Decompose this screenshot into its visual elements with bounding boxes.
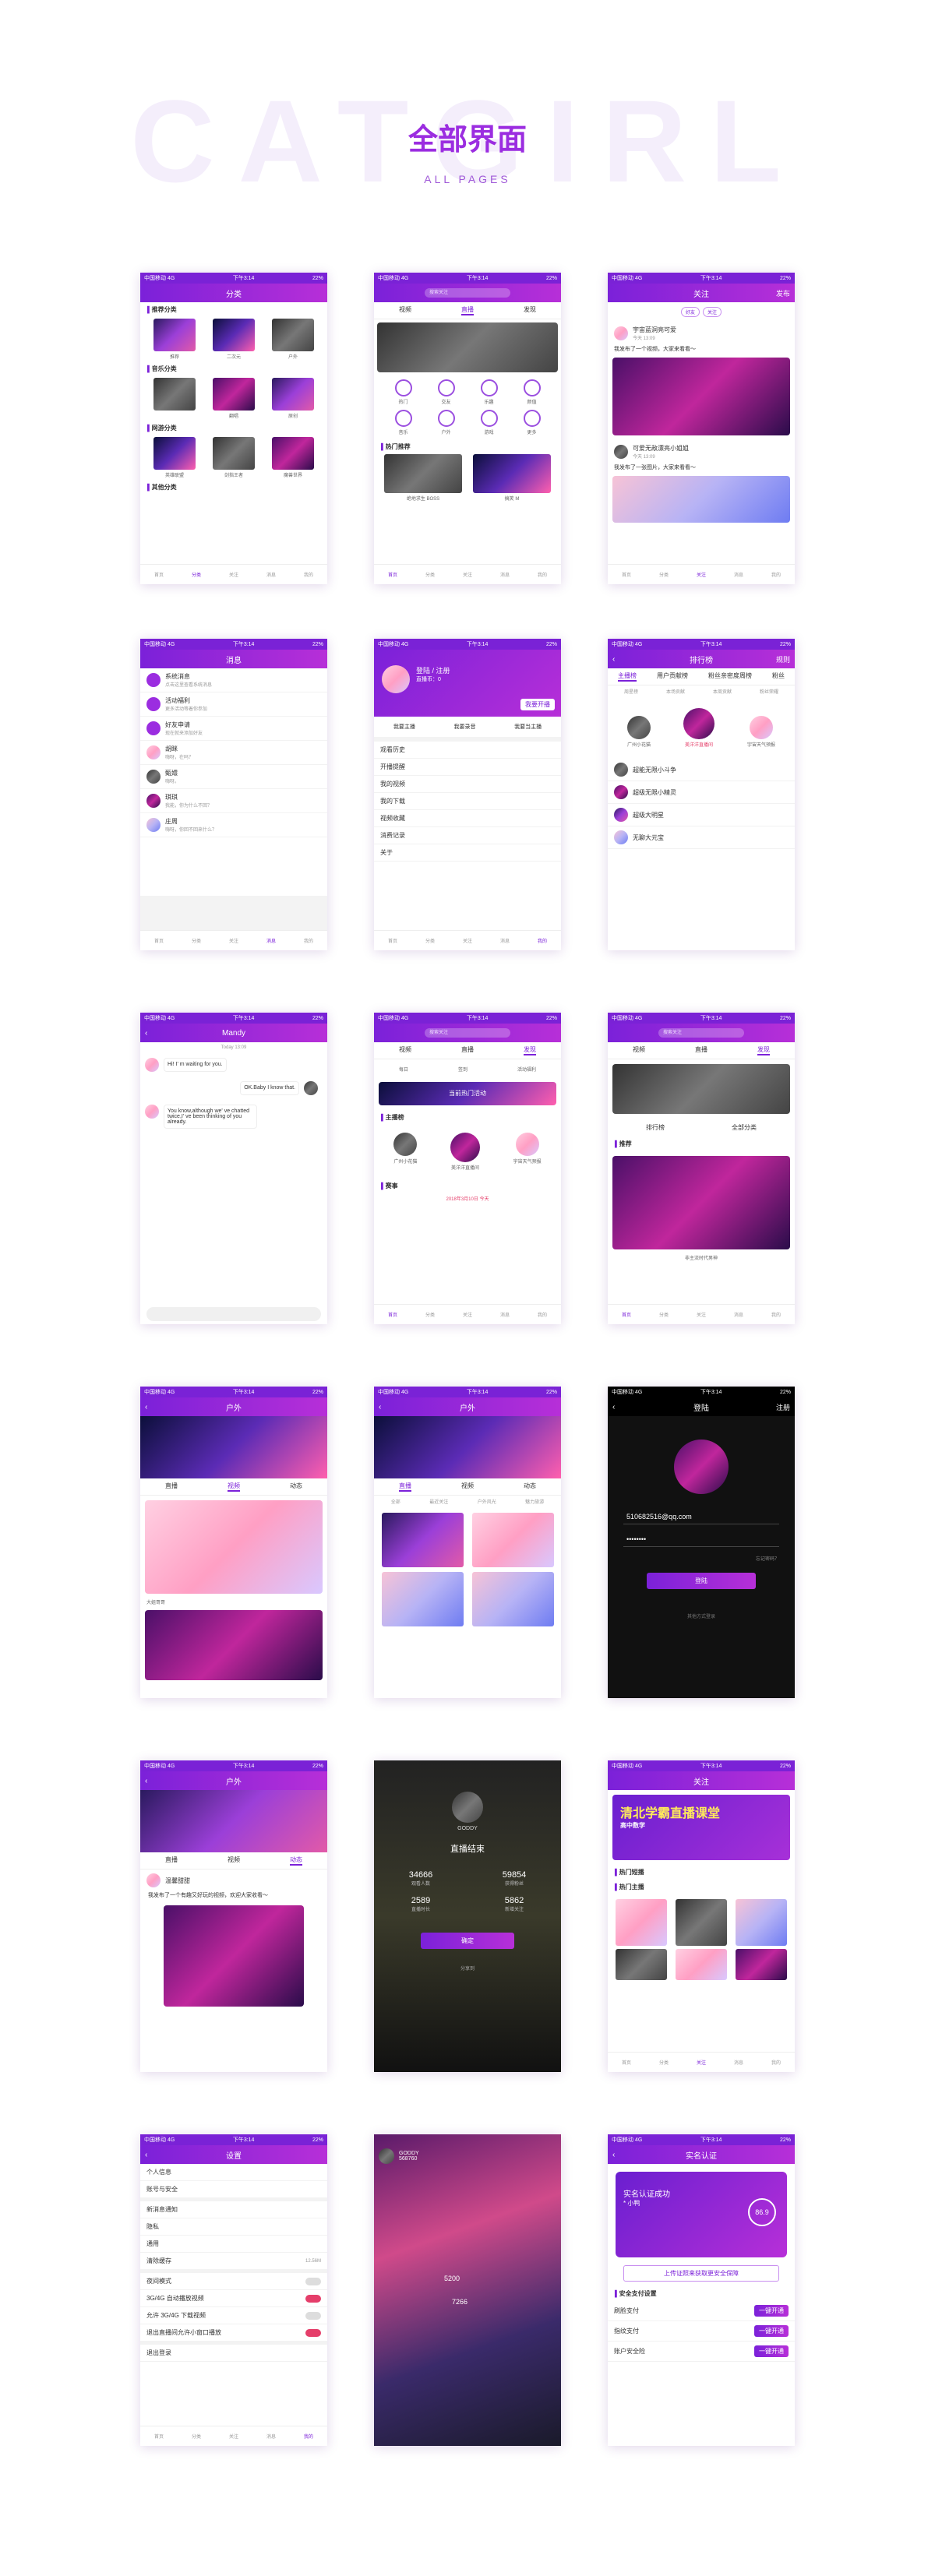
category-thumb[interactable] xyxy=(213,378,255,411)
confirm-button[interactable]: 确定 xyxy=(421,1933,514,1949)
category-thumb[interactable] xyxy=(213,319,255,351)
tab-discover[interactable]: 发现 xyxy=(524,305,536,315)
password-field[interactable]: •••••••• xyxy=(623,1532,779,1547)
screen-live-end: GODDY 直播结束 34666 观看人数 59854 获得粉丝 2589 直播时长 … xyxy=(374,1760,561,2072)
screen-verify: 中国移动 4G 下午3:14 22% ‹ 实名认证 实名认证成功 * 小鸭 86.9 … xyxy=(608,2134,795,2446)
screen-live-home: 中国移动 4G 下午3:14 22% 搜索关注 视频 直播 发现 热门 交友 乐趣 … xyxy=(374,273,561,584)
start-live-button[interactable]: 我要开播 xyxy=(520,699,555,710)
screen-live-room: GODDY 568760 5200 7266 xyxy=(374,2134,561,2446)
screen-message: 中国移动 4G 下午3:14 22% 消息 系统消息 点击这里查看系统消息 活动福利更… xyxy=(140,639,327,950)
category-icon[interactable] xyxy=(394,379,412,396)
bottom-nav: 首页 分类 关注 消息 我的 xyxy=(140,564,327,584)
screen-me: 中国移动 4G 下午3:14 22% 登陆 / 注册 直播币：0 我要开播 我要主播… xyxy=(374,639,561,950)
email-field[interactable]: 510682516@qq.com xyxy=(623,1510,779,1524)
tab-video[interactable]: 视频 xyxy=(399,305,411,315)
category-icon[interactable] xyxy=(437,410,455,427)
post-image[interactable] xyxy=(612,358,790,435)
status-bar: 中国移动 4G 下午3:14 22% xyxy=(140,273,327,284)
nav-bar: 分类 xyxy=(140,284,327,302)
section-title: 推荐分类 xyxy=(140,302,327,317)
category-thumb[interactable] xyxy=(272,378,314,411)
category-thumb[interactable] xyxy=(272,437,314,470)
page-title: 全部界面 xyxy=(408,124,527,157)
nav-message[interactable]: 消息 xyxy=(266,571,276,578)
screen-rank: 中国移动 4G 下午3:14 22% ‹ 排行榜 规则 主播榜 用户贡献榜 粉丝亲密度周榜粉… xyxy=(608,639,795,950)
login-button[interactable]: 登陆 xyxy=(647,1573,756,1589)
publish-button[interactable]: 发布 xyxy=(776,288,790,298)
screen-category: 中国移动 4G下午3:1422% 分类 推荐分类 推荐 二次元 户外 音乐分类 … xyxy=(140,273,327,584)
hot-thumb[interactable] xyxy=(473,454,551,493)
category-icon[interactable] xyxy=(480,379,498,396)
avatar[interactable] xyxy=(614,445,628,459)
tab-live[interactable]: 直播 xyxy=(461,305,474,315)
section-title: 其他分类 xyxy=(140,480,327,495)
post-image[interactable] xyxy=(612,476,790,523)
hot-title: 热门推荐 xyxy=(374,439,561,454)
category-thumb[interactable] xyxy=(153,378,196,411)
screen-outdoor-feed: 中国移动 4G 下午3:14 22% ‹ 户外 直播 视频 动态 温馨甜甜 我发布了一个有… xyxy=(140,1760,327,2072)
nav-category[interactable]: 分类 xyxy=(192,571,201,578)
nav-me[interactable]: 我的 xyxy=(304,571,313,578)
category-thumb[interactable] xyxy=(153,437,196,470)
nav-home[interactable]: 首页 xyxy=(154,571,164,578)
category-thumb[interactable] xyxy=(213,437,255,470)
screen-outdoor-video: 中国移动 4G 下午3:14 22% ‹ 户外 直播 视频 动态 大姐哥哥 xyxy=(140,1387,327,1698)
category-thumb[interactable] xyxy=(272,319,314,351)
category-icon[interactable] xyxy=(437,379,455,396)
category-thumb[interactable] xyxy=(153,319,196,351)
screen-discover-2: 中国移动 4G下午3:1422% 搜索关注 视频直播发现 排行榜全部分类 推荐 … xyxy=(608,1013,795,1324)
screen-follow: 中国移动 4G 下午3:14 22% 关注 发布 好友 关注 宇宙蓝洞亮可爱 今天 13:… xyxy=(608,273,795,584)
screen-chat: 中国移动 4G 下午3:14 22% ‹ Mandy Today 13:09 Hi! … xyxy=(140,1013,327,1324)
category-icon[interactable] xyxy=(394,410,412,427)
nav-follow[interactable]: 关注 xyxy=(229,571,238,578)
screen-follow-class: 中国移动 4G下午3:1422% 关注 清北学霸直播课堂 高中数学 热门短播 热… xyxy=(608,1760,795,2072)
screen-settings: 中国移动 4G 下午3:14 22% ‹ 设置 个人信息 账号与安全 新消息通知 隐私… xyxy=(140,2134,327,2446)
tab-bar: 视频 直播 发现 xyxy=(374,302,561,319)
section-title: 音乐分类 xyxy=(140,361,327,376)
category-icon[interactable] xyxy=(480,410,498,427)
message-input[interactable] xyxy=(146,1307,321,1321)
category-icon[interactable] xyxy=(523,410,541,427)
screen-discover: 中国移动 4G 下午3:14 22% 搜索关注 视频 直播 发现 每日 签到 活动福利 当前… xyxy=(374,1013,561,1324)
section-title: 网游分类 xyxy=(140,421,327,435)
screen-login: 中国移动 4G 下午3:14 22% ‹ 登陆 注册 510682516@qq.com … xyxy=(608,1387,795,1698)
avatar[interactable] xyxy=(614,326,628,340)
search-input[interactable]: 搜索关注 xyxy=(425,288,510,298)
screen-outdoor-live: 中国移动 4G 下午3:14 22% ‹ 户外 直播 视频 动态 全部 最近关注 户外风光 魅力… xyxy=(374,1387,561,1698)
hero-banner[interactable] xyxy=(377,322,558,372)
category-icon[interactable] xyxy=(523,379,541,396)
hot-thumb[interactable] xyxy=(384,454,462,493)
page-subtitle: ALL PAGES xyxy=(424,173,511,185)
avatar[interactable] xyxy=(382,665,410,693)
